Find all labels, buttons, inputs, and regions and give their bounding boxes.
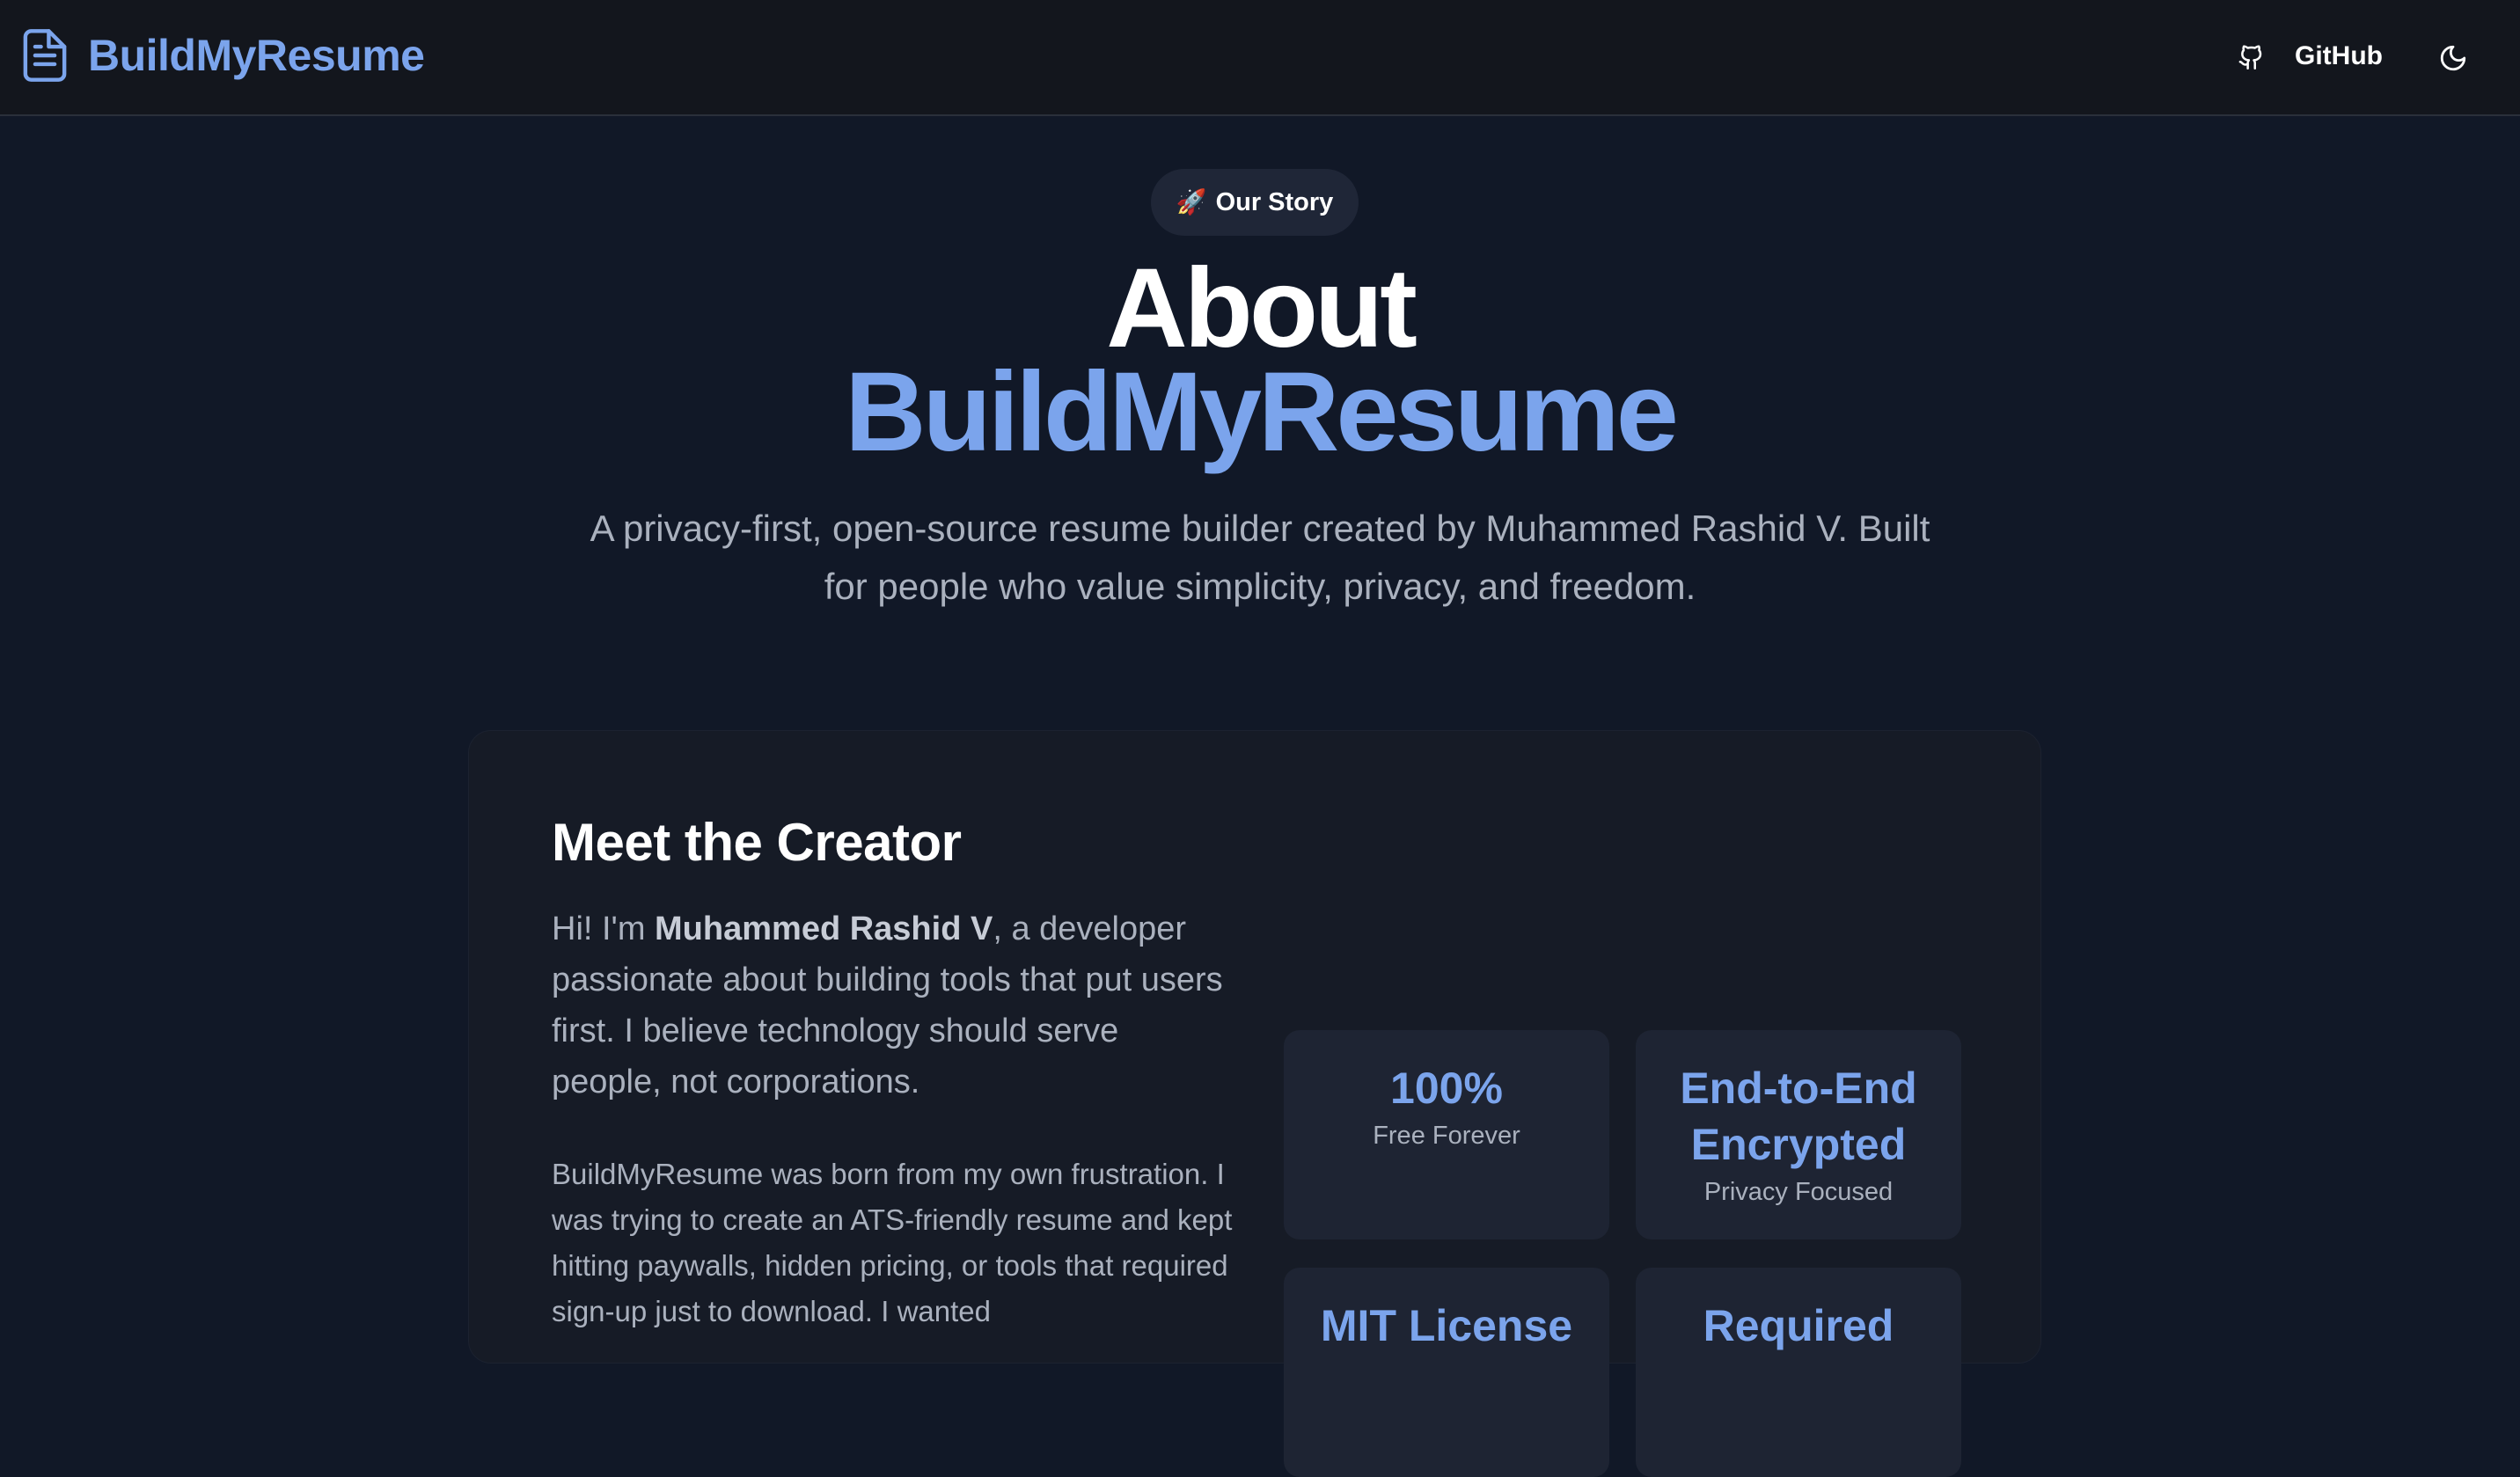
badge-label: Our Story [1215,187,1334,216]
stat-value: End-to-End Encrypted [1680,1064,1917,1169]
creator-intro: Hi! I'm Muhammed Rashid V, a developer p… [552,903,1229,1108]
hero-section: 🚀 Our Story About BuildMyResume A privac… [0,116,2520,644]
github-label: GitHub [2295,41,2383,70]
brand-home-link[interactable]: BuildMyResume [21,28,425,83]
our-story-badge: 🚀 Our Story [1151,169,1359,236]
stat-label: Privacy Focused [1703,1178,1894,1206]
page-title: About BuildMyResume [0,245,2520,475]
theme-toggle-button[interactable] [2432,37,2474,79]
github-icon [2238,45,2262,69]
intro-prefix: Hi! I'm [552,910,656,947]
stat-value: MIT License [1320,1301,1573,1350]
title-line-brand: BuildMyResume [845,349,1679,475]
title-line-about: About [1106,245,1418,371]
rocket-icon: 🚀 [1176,188,1207,216]
stat-card-free: 100% Free Forever [1284,1030,1609,1239]
document-icon [23,29,67,82]
moon-icon [2440,45,2466,71]
stat-label: Free Forever [1373,1122,1520,1150]
stat-card-license: MIT License [1284,1268,1609,1477]
top-navbar: BuildMyResume GitHub [0,0,2520,116]
stat-value: Required [1703,1301,1894,1350]
brand-name: BuildMyResume [88,31,425,80]
creator-card: Meet the Creator Hi! I'm Muhammed Rashid… [468,730,2041,1477]
hero-subtitle: A privacy-first, open-source resume buil… [590,508,1930,607]
github-link[interactable]: GitHub [2238,35,2383,77]
creator-name: Muhammed Rashid V [655,910,993,947]
creator-story: BuildMyResume was born from my own frust… [552,1158,1233,1327]
creator-heading: Meet the Creator [552,813,962,872]
stat-value: 100% [1390,1064,1503,1113]
stat-card-encrypted: End-to-End Encrypted Privacy Focused [1636,1030,1961,1239]
stat-card-required: Required [1636,1268,1961,1477]
